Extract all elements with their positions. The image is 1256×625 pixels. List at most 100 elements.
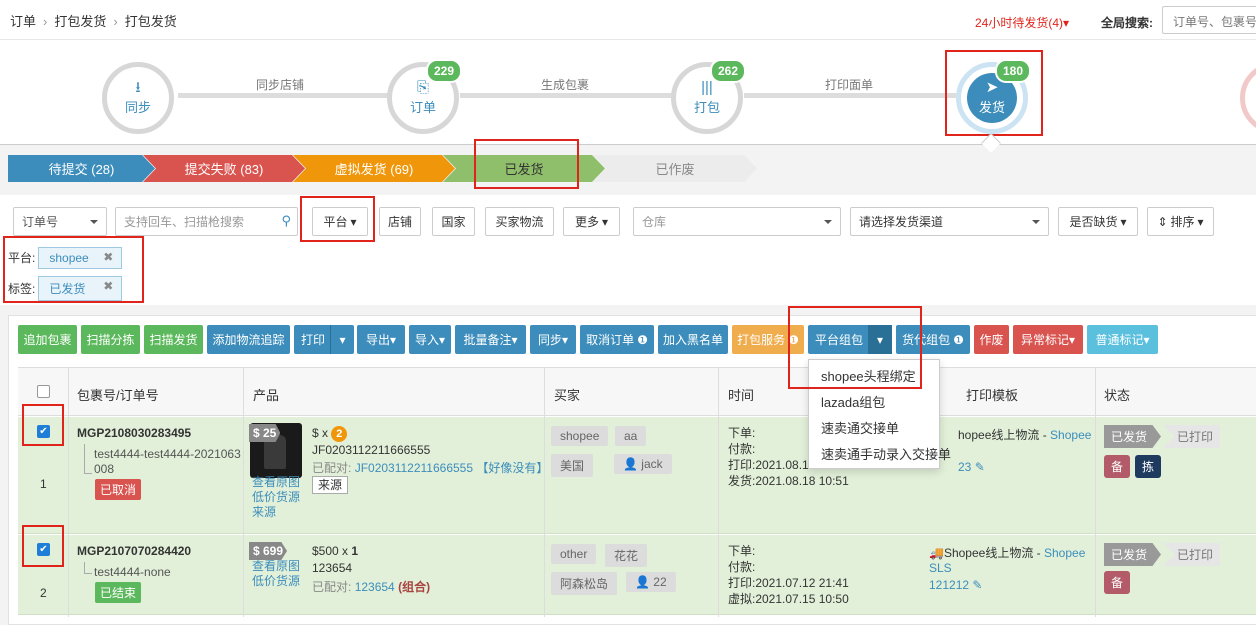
template-line2[interactable]: SLS xyxy=(929,561,952,575)
export-button[interactable]: 导出 ▾ xyxy=(357,325,405,354)
column-divider xyxy=(68,367,69,617)
user-icon: 👤 xyxy=(623,457,638,471)
step-next-partial xyxy=(1240,62,1256,134)
filter-panel: 订单号 支持回车、扫描枪搜索 ⚲ 平台 ▾ 店铺 国家 买家物流 更多 ▾ 仓库 请选… xyxy=(0,195,1256,305)
global-search-input[interactable]: 订单号、包裹号 xyxy=(1162,6,1256,34)
flow-link-generate-package[interactable]: 生成包裹 xyxy=(541,76,589,93)
add-tracking-button[interactable]: 添加物流追踪 xyxy=(207,325,290,354)
info-icon: ❶ xyxy=(953,332,964,347)
menu-item-aliexpress-manual-handover[interactable]: 速卖通手动录入交接单 xyxy=(809,442,951,468)
edit-icon[interactable]: ✎ xyxy=(972,578,982,592)
pick-badge[interactable]: 拣 xyxy=(1135,455,1162,478)
highlight-box xyxy=(788,306,922,389)
caret-down-icon: ▾ xyxy=(561,332,569,347)
country-filter-button[interactable]: 国家 xyxy=(432,207,475,236)
step-sync[interactable]: ⭳ 同步 xyxy=(102,62,174,134)
low-price-source-link[interactable]: 低价货源 xyxy=(252,490,300,504)
exception-mark-button[interactable]: 异常标记 ▾ xyxy=(1013,325,1083,354)
template-number[interactable]: 121212 ✎ xyxy=(929,578,982,592)
step-orders[interactable]: ⎘ 订单 229 xyxy=(387,59,462,134)
warehouse-select[interactable]: 仓库 xyxy=(633,207,841,236)
caret-down-icon[interactable]: ▾ xyxy=(330,325,354,354)
highlight-box xyxy=(3,236,144,303)
view-image-link[interactable]: 查看原图 xyxy=(252,475,300,489)
matched-sku-link[interactable]: 123654 xyxy=(355,580,395,594)
search-icon: ⚲ xyxy=(281,213,291,228)
low-price-source-link[interactable]: 低价货源 xyxy=(252,574,300,588)
step-label: 订单 xyxy=(409,100,436,115)
source-link[interactable]: 来源 xyxy=(252,505,276,519)
source-button[interactable]: 来源 xyxy=(312,476,349,494)
select-all-checkbox[interactable] xyxy=(37,385,50,398)
shop-filter-button[interactable]: 店铺 xyxy=(379,207,421,236)
table-row[interactable]: ✔ 1 MGP2108030283495 test4444-test4444-2… xyxy=(18,417,1256,534)
menu-item-lazada-pack[interactable]: lazada组包 xyxy=(809,390,939,416)
void-button[interactable]: 作废 xyxy=(974,325,1009,354)
import-button[interactable]: 导入 ▾ xyxy=(409,325,451,354)
global-search-label: 全局搜索: xyxy=(1101,16,1153,30)
sync-button[interactable]: 同步 ▾ xyxy=(530,325,576,354)
flow-link-sync-shop[interactable]: 同步店铺 xyxy=(256,76,304,93)
flow-connector xyxy=(460,93,676,98)
add-package-button[interactable]: 追加包裹 xyxy=(18,325,77,354)
print-button[interactable]: 打印 ▾ xyxy=(294,325,354,354)
column-divider xyxy=(544,367,545,617)
caret-down-icon xyxy=(824,220,832,224)
tree-line xyxy=(84,562,92,574)
caret-down-icon: ▾ xyxy=(1120,214,1127,229)
tab-pending-submit[interactable]: 待提交 (28) xyxy=(8,155,155,182)
normal-mark-button[interactable]: 普通标记 ▾ xyxy=(1087,325,1158,354)
qty-line: $500 x 1 xyxy=(312,544,359,558)
buyer-logistics-button[interactable]: 买家物流 xyxy=(485,207,554,236)
qty-line: $ x 2 xyxy=(312,426,348,442)
status-printed: 已打印 xyxy=(1163,425,1221,448)
highlight-box xyxy=(945,50,1043,136)
breadcrumb-orders[interactable]: 订单 xyxy=(10,14,36,29)
buyer-pill: aa xyxy=(615,426,647,446)
batch-remark-button[interactable]: 批量备注 ▾ xyxy=(455,325,526,354)
row-index: 1 xyxy=(40,477,47,491)
breadcrumb-pack-ship[interactable]: 打包发货 xyxy=(54,14,106,29)
count-badge: 229 xyxy=(425,59,462,83)
template-number[interactable]: 23 ✎ xyxy=(958,460,985,474)
cancel-order-button[interactable]: 取消订单 ❶ xyxy=(580,325,654,354)
template-link[interactable]: Shopee xyxy=(1050,428,1091,442)
flow-link-print-label[interactable]: 打印面单 xyxy=(825,76,873,93)
print-template: 🚚Shopee线上物流 - Shopee xyxy=(929,546,1086,560)
stockout-filter-button[interactable]: 是否缺货 ▾ xyxy=(1058,207,1138,236)
breadcrumb: 订单 › 打包发货 › 打包发货 xyxy=(10,11,177,30)
scan-search-input[interactable]: 支持回车、扫描枪搜索 ⚲ xyxy=(115,207,298,236)
package-number[interactable]: MGP2107070284420 xyxy=(77,544,191,558)
menu-item-aliexpress-handover[interactable]: 速卖通交接单 xyxy=(809,416,939,442)
remark-badge[interactable]: 备 xyxy=(1104,455,1131,478)
edit-icon[interactable]: ✎ xyxy=(975,460,985,474)
matched-sku-link[interactable]: JF0203112211666555 xyxy=(355,461,473,475)
col-package-order: 包裹号/订单号 xyxy=(77,388,159,403)
table-header: 包裹号/订单号 产品 买家 时间 打印模板 状态 xyxy=(18,367,1256,416)
template-link[interactable]: Shopee xyxy=(1044,546,1085,560)
pending-24h-link[interactable]: 24小时待发货(4)▾ xyxy=(975,14,1069,31)
remark-badge[interactable]: 备 xyxy=(1104,571,1131,594)
blacklist-button[interactable]: 加入黑名单 xyxy=(658,325,728,354)
info-icon: ❶ xyxy=(637,332,648,347)
buyer-name-pill: 👤 22 xyxy=(626,572,676,592)
caret-down-icon: ▾ xyxy=(1068,332,1076,347)
order-number[interactable]: test4444-test4444-2021063008 xyxy=(94,447,244,477)
sku: JF0203112211666555 xyxy=(312,443,431,457)
tab-voided[interactable]: 已作废 xyxy=(593,155,757,182)
scan-ship-button[interactable]: 扫描发货 xyxy=(144,325,203,354)
tab-submit-failed[interactable]: 提交失败 (83) xyxy=(143,155,305,182)
package-number[interactable]: MGP2108030283495 xyxy=(77,426,191,440)
scan-sort-button[interactable]: 扫描分拣 xyxy=(81,325,140,354)
highlight-box xyxy=(474,139,579,189)
sort-button[interactable]: ⇕ 排序 ▾ xyxy=(1147,207,1214,236)
table-row[interactable]: ✔ 2 MGP2107070284420 test4444-none 已结束 $… xyxy=(18,535,1256,615)
channel-select[interactable]: 请选择发货渠道 xyxy=(850,207,1049,236)
more-filter-button[interactable]: 更多 ▾ xyxy=(563,207,620,236)
action-toolbar: 追加包裹 扫描分拣 扫描发货 添加物流追踪 打印 ▾ 导出 ▾ 导入 ▾ 批量备注 ▾ … xyxy=(0,315,1256,365)
view-image-link[interactable]: 查看原图 xyxy=(252,559,300,573)
order-number[interactable]: test4444-none xyxy=(94,565,171,579)
step-pack[interactable]: ||| 打包 262 xyxy=(671,59,746,134)
order-no-select[interactable]: 订单号 xyxy=(13,207,107,236)
tab-virtual-shipped[interactable]: 虚拟发货 (69) xyxy=(293,155,455,182)
